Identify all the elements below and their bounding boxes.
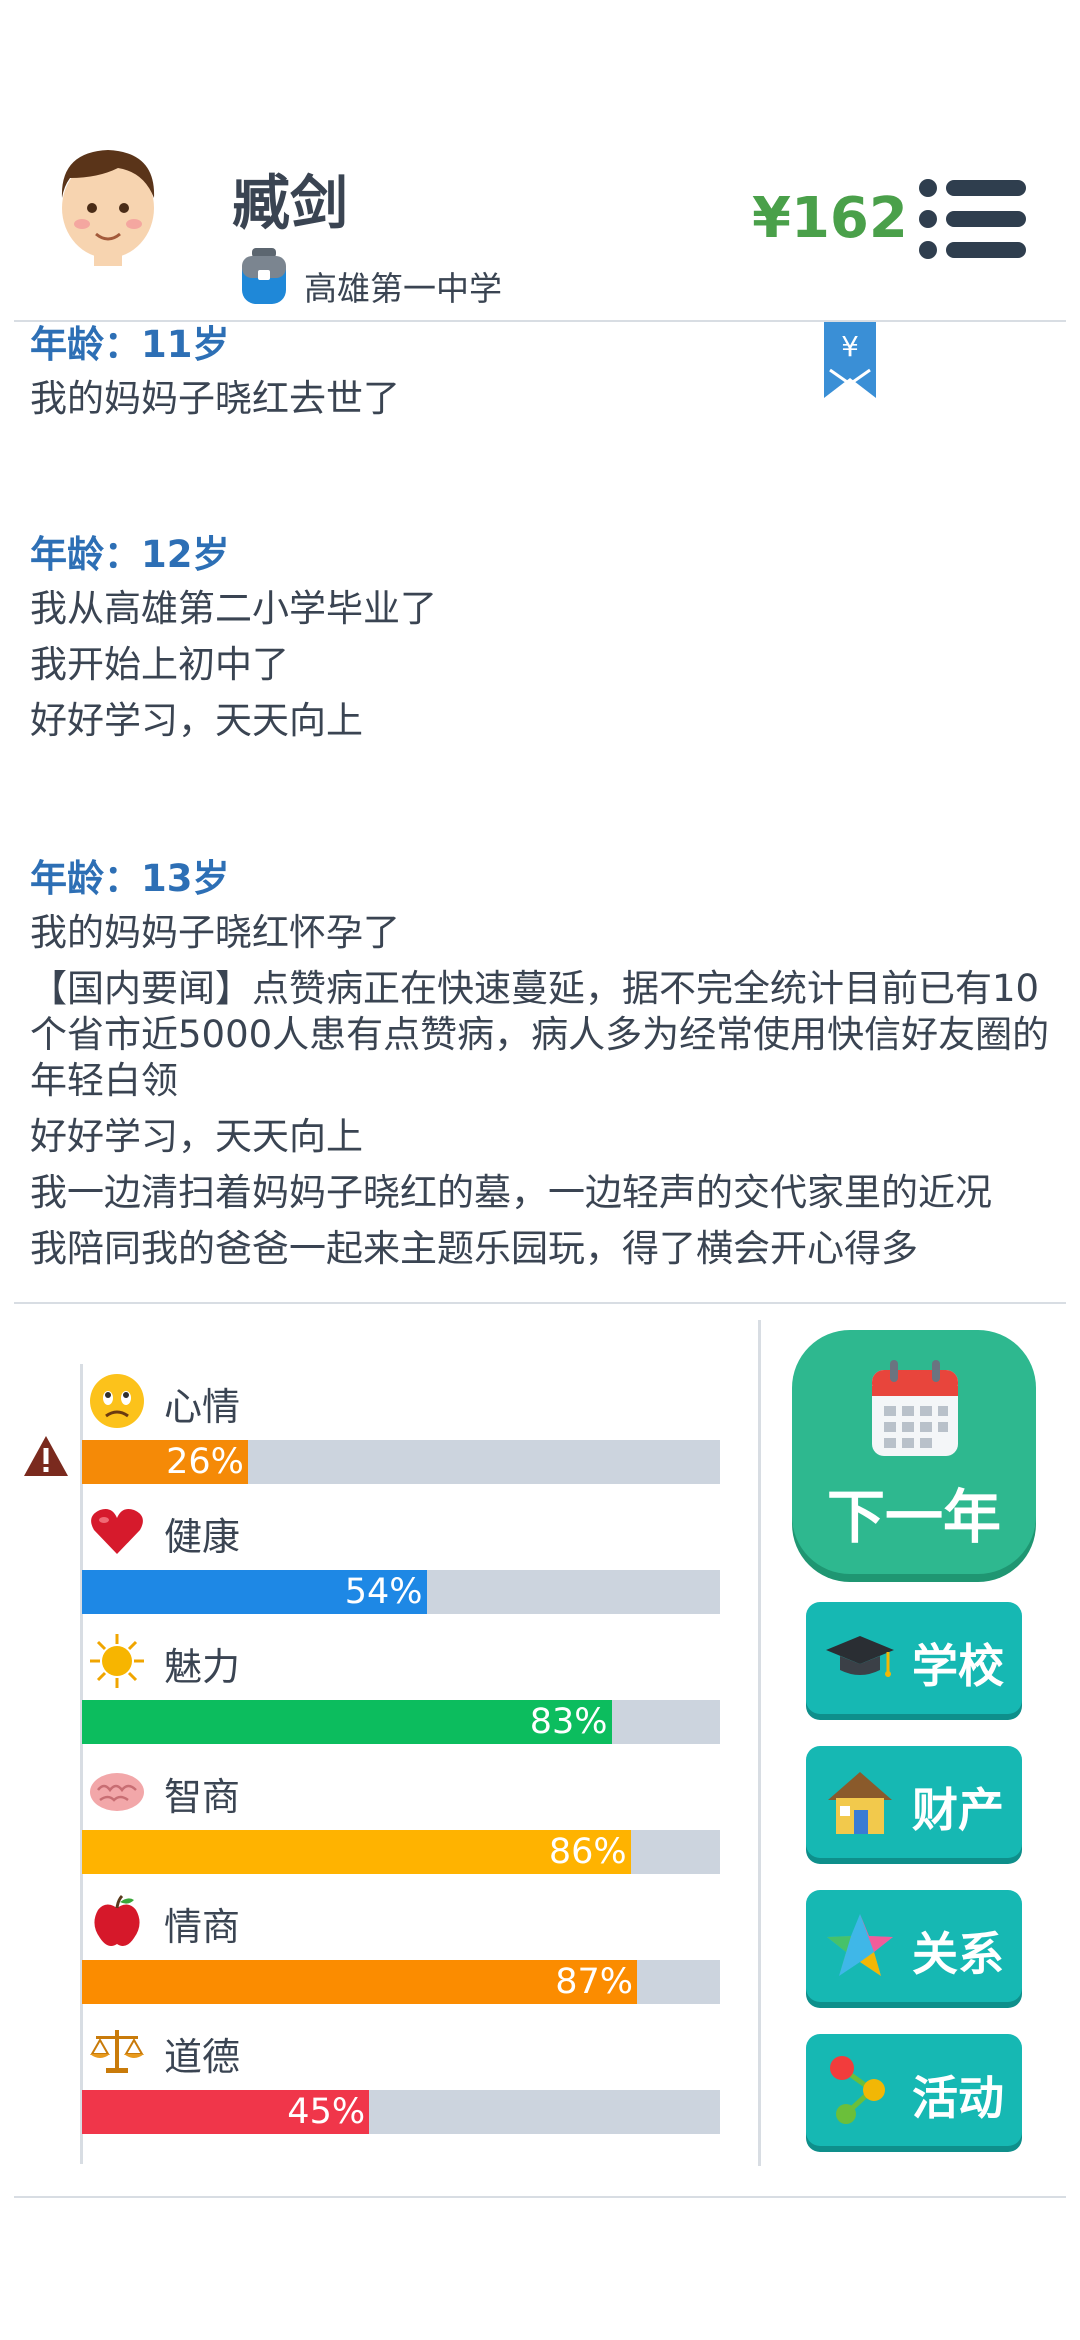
- brain-icon: [90, 1773, 144, 1811]
- relations-button-label: 关系: [912, 1927, 1004, 1981]
- school-bag-icon: [242, 248, 286, 304]
- stat-mood: 心情 26%: [82, 1364, 720, 1484]
- life-log[interactable]: ¥ 年龄：11岁 我的妈妈子晓红去世了 年龄：12岁 我从高雄第二小学毕业了 我…: [0, 322, 1080, 1290]
- log-line: 好好学习，天天向上: [30, 699, 363, 742]
- log-entry-age: 年龄：13岁: [30, 857, 230, 900]
- stat-bar-fill: 83%: [82, 1700, 612, 1744]
- stat-iq: 智商 86%: [82, 1754, 720, 1874]
- player-name: 臧剑: [232, 169, 349, 237]
- stat-bar-fill: 87%: [82, 1960, 638, 2004]
- activity-button[interactable]: 活动: [806, 2034, 1022, 2146]
- log-line: 我开始上初中了: [30, 643, 289, 686]
- stat-label: 魅力: [164, 1645, 241, 1689]
- star-icon: [827, 1914, 893, 1976]
- activity-button-label: 活动: [912, 2071, 1004, 2125]
- log-entry-age-13: 年龄：13岁 我的妈妈子晓红怀孕了 【国内要闻】点赞病正在快速蔓延，据不完全统计…: [30, 856, 1050, 1282]
- log-entry-age-11: 年龄：11岁 我的妈妈子晓红去世了: [30, 322, 1050, 432]
- log-line: 【国内要闻】点赞病正在快速蔓延，据不完全统计目前已有10个省市近5000人患有点…: [30, 967, 1050, 1102]
- school-name: 高雄第一中学: [304, 269, 502, 308]
- sun-icon: [90, 1634, 144, 1688]
- stat-bar-fill: 45%: [82, 2090, 370, 2134]
- log-line: 我一边清扫着妈妈子晓红的墓，一边轻声的交代家里的近况: [30, 1171, 992, 1214]
- sad-face-icon: [90, 1374, 144, 1428]
- stat-bar-track: 87%: [82, 1960, 720, 2004]
- stat-morality: 道德 45%: [82, 2014, 720, 2134]
- stat-percent: 45%: [287, 2092, 366, 2132]
- stat-label: 心情: [164, 1385, 241, 1429]
- stats-panel: 心情 26% 健康 54% 魅力 83% 智商 86% 情商 87% 道德 45…: [0, 1304, 760, 2184]
- stat-eq: 情商 87%: [82, 1884, 720, 2004]
- header: 臧剑 高雄第一中学 ¥162: [0, 0, 1080, 322]
- scales-icon: [90, 2030, 144, 2073]
- next-year-button[interactable]: 下一年: [792, 1330, 1036, 1574]
- log-entry-age: 年龄：12岁: [30, 533, 230, 576]
- log-line: 我的妈妈子晓红怀孕了: [30, 911, 400, 954]
- stat-label: 健康: [164, 1515, 241, 1559]
- stat-bar-track: 86%: [82, 1830, 720, 1874]
- avatar[interactable]: [48, 138, 168, 266]
- relations-button[interactable]: 关系: [806, 1890, 1022, 2002]
- stat-percent: 54%: [344, 1572, 423, 1612]
- stat-label: 情商: [164, 1905, 241, 1949]
- stat-charm: 魅力 83%: [82, 1624, 720, 1744]
- menu-icon[interactable]: [918, 176, 1028, 262]
- stat-percent: 26%: [166, 1442, 244, 1482]
- stat-bar-track: 83%: [82, 1700, 720, 1744]
- stat-percent: 86%: [548, 1832, 627, 1872]
- stat-bar-track: 45%: [82, 2090, 720, 2134]
- property-button[interactable]: 财产: [806, 1746, 1022, 1858]
- apple-icon: [94, 1894, 140, 1946]
- log-line: 我的妈妈子晓红去世了: [30, 377, 400, 420]
- log-line: 好好学习，天天向上: [30, 1115, 363, 1158]
- next-year-label: 下一年: [826, 1483, 1001, 1551]
- log-line: 我陪同我的爸爸一起来主题乐园玩，得了横会开心得多: [30, 1227, 918, 1270]
- stat-label: 道德: [164, 2035, 241, 2079]
- activity-icon: [830, 2056, 885, 2124]
- stat-label: 智商: [164, 1775, 241, 1819]
- calendar-icon: [872, 1360, 958, 1456]
- panel-separator: [758, 1320, 761, 2166]
- stat-bar-fill: 26%: [82, 1440, 248, 1484]
- stat-bar-fill: 86%: [82, 1830, 631, 1874]
- log-line: 我从高雄第二小学毕业了: [30, 587, 437, 630]
- property-button-label: 财产: [912, 1783, 1004, 1837]
- log-entry-age-12: 年龄：12岁 我从高雄第二小学毕业了 我开始上初中了 好好学习，天天向上: [30, 532, 1050, 754]
- graduation-cap-icon: [826, 1636, 894, 1677]
- bottom-divider: [14, 2196, 1066, 2198]
- stat-health: 健康 54%: [82, 1494, 720, 1614]
- stat-percent: 83%: [529, 1702, 608, 1742]
- log-entry-age: 年龄：11岁: [30, 323, 230, 366]
- heart-icon: [91, 1509, 143, 1554]
- money-balance: ¥162: [752, 186, 908, 251]
- warning-icon: [24, 1436, 68, 1476]
- school-button-label: 学校: [912, 1639, 1004, 1693]
- stat-bar-fill: 54%: [82, 1570, 427, 1614]
- stat-percent: 87%: [555, 1962, 634, 2002]
- house-icon: [828, 1772, 892, 1834]
- school-button[interactable]: 学校: [806, 1602, 1022, 1714]
- stat-bar-track: 54%: [82, 1570, 720, 1614]
- stat-bar-track: 26%: [82, 1440, 720, 1484]
